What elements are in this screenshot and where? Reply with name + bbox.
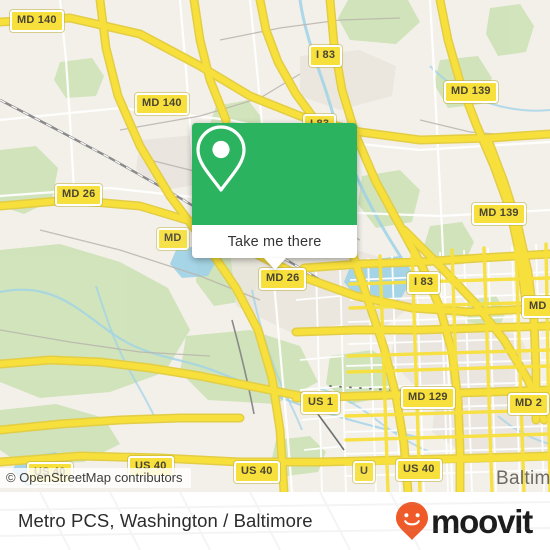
route-shield: MD xyxy=(157,228,189,250)
route-shield: MD 140 xyxy=(135,93,189,115)
route-shield: MD 4 xyxy=(522,296,550,318)
osm-attribution[interactable]: © OpenStreetMap contributors xyxy=(0,468,191,488)
route-shield: MD 140 xyxy=(10,10,64,32)
route-shield: MD 129 xyxy=(401,387,455,409)
route-shield: US 40 xyxy=(234,461,280,483)
footer-bar: Metro PCS, Washington / Baltimore moovit xyxy=(0,492,550,550)
route-shield: I 83 xyxy=(407,272,441,294)
footer-ghost-roads xyxy=(0,492,550,550)
route-shield: I 83 xyxy=(309,45,343,67)
map-canvas[interactable]: MD 140 MD 140 MD 26 MD MD 26 I 83 I 83 MD 139 MD… xyxy=(0,0,550,492)
route-shield: MD 26 xyxy=(55,184,103,206)
route-shield: MD 139 xyxy=(444,81,498,103)
popup-pointer-tail xyxy=(263,258,286,270)
take-me-there-label: Take me there xyxy=(227,233,322,250)
city-label-baltimore: Baltim xyxy=(496,468,550,489)
route-shield: MD 139 xyxy=(472,203,526,225)
popup-pin-area xyxy=(192,123,357,225)
route-shield: MD 26 xyxy=(259,268,307,290)
route-shield: US 1 xyxy=(301,392,341,414)
route-shield: US 40 xyxy=(396,459,442,481)
take-me-there-button[interactable]: Take me there xyxy=(192,225,357,270)
route-shield: MD 2 xyxy=(508,393,550,415)
screenshot-root: MD 140 MD 140 MD 26 MD MD 26 I 83 I 83 MD 139 MD… xyxy=(0,0,550,550)
map-pin-icon xyxy=(196,125,246,192)
route-shield: U xyxy=(353,461,376,483)
place-popup-card[interactable]: Take me there xyxy=(192,123,357,270)
